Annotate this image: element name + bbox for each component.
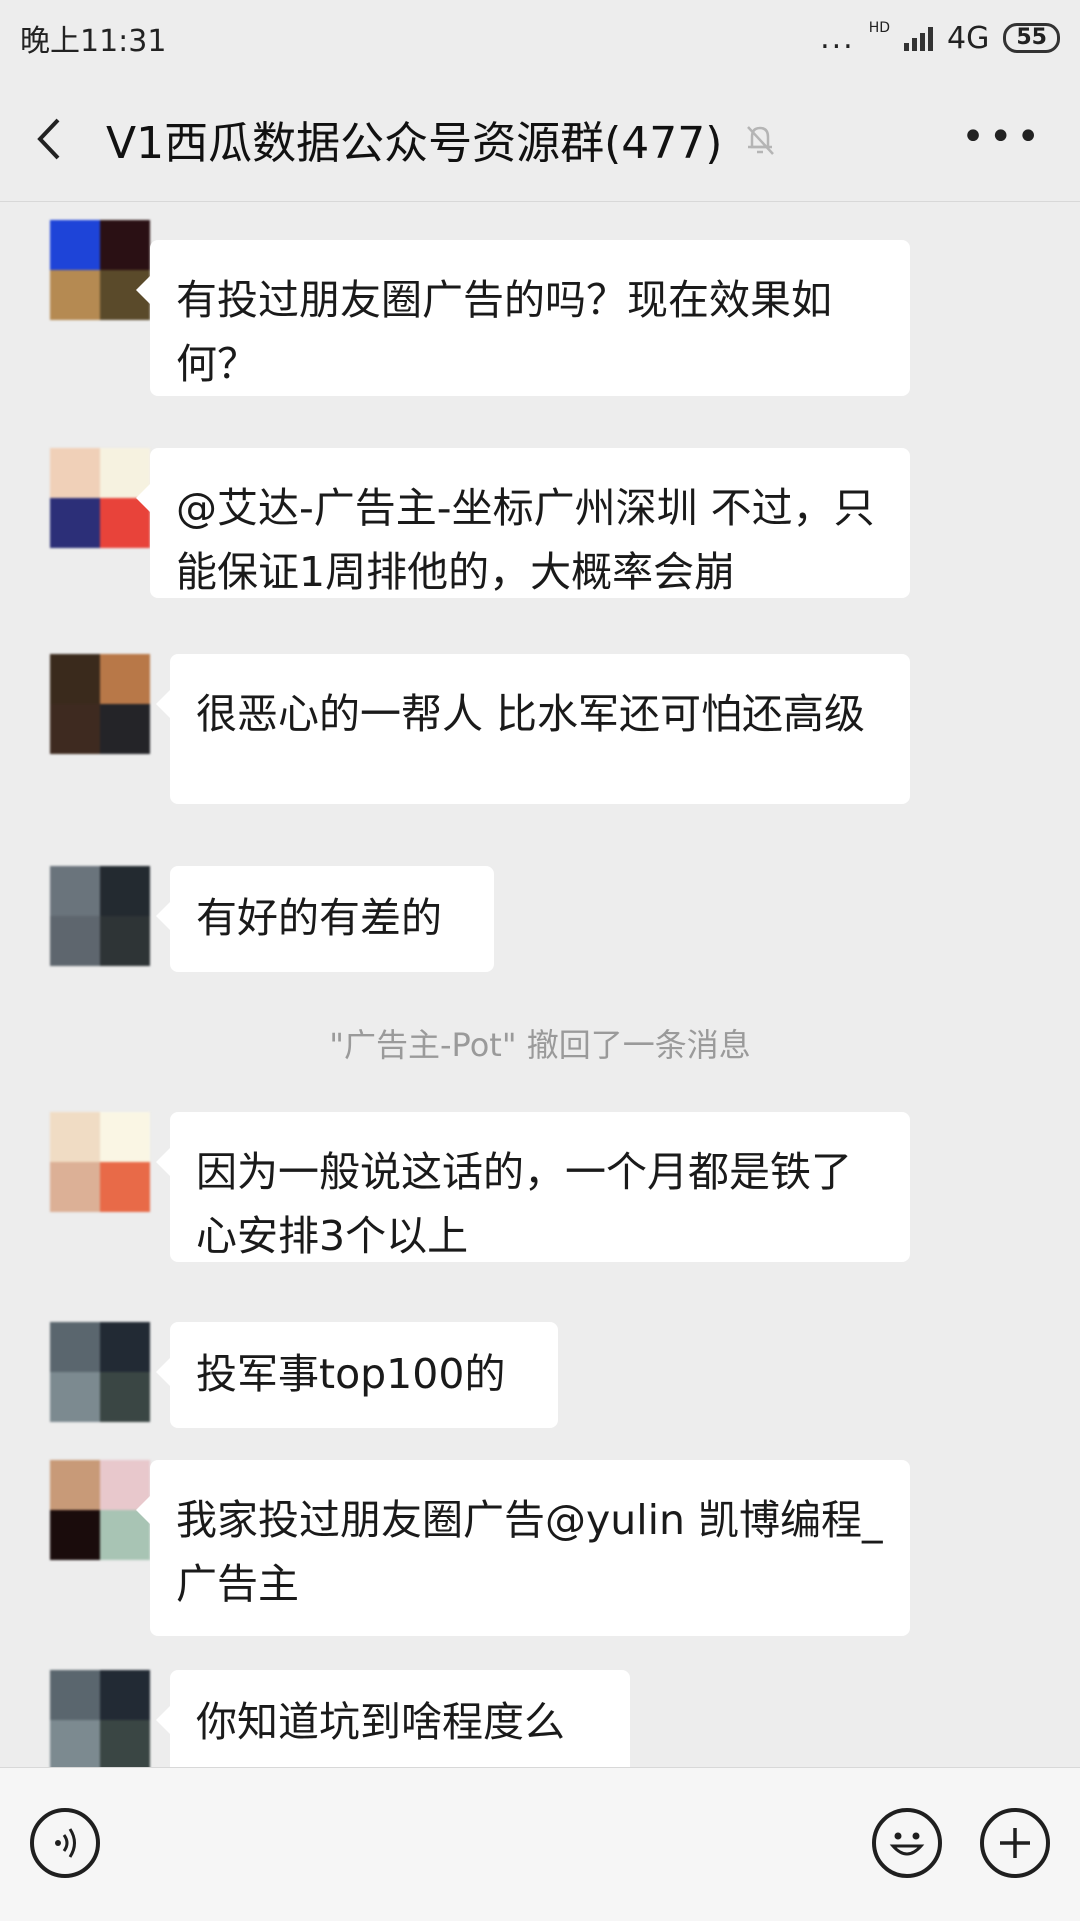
message-bubble[interactable]: 有好的有差的 <box>156 866 494 972</box>
input-bar <box>0 1767 1080 1921</box>
avatar[interactable] <box>50 1322 150 1422</box>
voice-button[interactable] <box>30 1808 100 1878</box>
message-input[interactable] <box>130 1800 840 1886</box>
message-bubble[interactable]: 投军事top100的 <box>156 1322 558 1428</box>
emoji-icon <box>889 1832 925 1856</box>
recall-notice: "广告主-Pot" 撤回了一条消息 <box>329 1026 751 1064</box>
message-text: 很恶心的一帮人 比水军还可怕还高级 <box>196 690 866 738</box>
emoji-button[interactable] <box>872 1808 942 1878</box>
message-text: 有投过朋友圈广告的吗？现在效果如何？ <box>176 276 832 388</box>
chat-header: V1西瓜数据公众号资源群(477) ••• <box>0 76 1080 202</box>
chat-area[interactable]: 有投过朋友圈广告的吗？现在效果如何？ @艾达-广告主-坐标广州深圳 不过，只能保… <box>0 202 1080 1767</box>
message-bubble[interactable]: @艾达-广告主-坐标广州深圳 不过，只能保证1周排他的，大概率会崩 <box>136 448 910 598</box>
status-time: 晚上11:31 <box>20 24 167 59</box>
message-text: 你知道坑到啥程度么 <box>196 1698 565 1746</box>
message-bubble[interactable]: 有投过朋友圈广告的吗？现在效果如何？ <box>136 240 910 396</box>
message-bubble[interactable]: 你知道坑到啥程度么 <box>156 1670 630 1767</box>
plus-icon <box>1000 1828 1030 1858</box>
hd-label: HD <box>868 20 891 36</box>
avatar[interactable] <box>50 1670 150 1767</box>
message-text: @艾达-广告主-坐标广州深圳 不过，只能保证1周排他的，大概率会崩 <box>176 484 875 596</box>
message-bubble[interactable]: 因为一般说这话的，一个月都是铁了心安排3个以上 <box>156 1112 910 1262</box>
message-text: 因为一般说这话的，一个月都是铁了心安排3个以上 <box>196 1148 852 1260</box>
avatar[interactable] <box>50 1460 150 1560</box>
avatar[interactable] <box>50 1112 150 1212</box>
plus-button[interactable] <box>980 1808 1050 1878</box>
voice-icon <box>55 1828 76 1858</box>
battery-level: 55 <box>1016 25 1047 50</box>
chevron-left-icon <box>37 118 60 159</box>
network-label: 4G <box>947 20 990 56</box>
avatar[interactable] <box>50 220 150 320</box>
status-icons: ... HD 4G 55 <box>820 20 1060 56</box>
avatar[interactable] <box>50 866 150 966</box>
message-text: 我家投过朋友圈广告@yulin 凯博编程_广告主 <box>176 1496 883 1608</box>
signal-icon <box>904 25 934 51</box>
bell-off-icon <box>747 125 775 155</box>
battery-icon: 55 <box>1003 23 1060 53</box>
more-options-button[interactable]: ••• <box>961 114 1044 160</box>
avatar[interactable] <box>50 654 150 754</box>
message-bubble[interactable]: 很恶心的一帮人 比水军还可怕还高级 <box>156 654 910 804</box>
status-bar: 晚上11:31 ... HD 4G 55 <box>0 0 1080 76</box>
avatar[interactable] <box>50 448 150 548</box>
message-text: 有好的有差的 <box>196 894 442 942</box>
message-bubble[interactable]: 我家投过朋友圈广告@yulin 凯博编程_广告主 <box>136 1460 910 1636</box>
message-text: 投军事top100的 <box>196 1350 506 1398</box>
status-dots: ... <box>820 20 855 56</box>
chat-title: V1西瓜数据公众号资源群(477) <box>106 117 723 169</box>
back-button[interactable] <box>0 76 100 202</box>
